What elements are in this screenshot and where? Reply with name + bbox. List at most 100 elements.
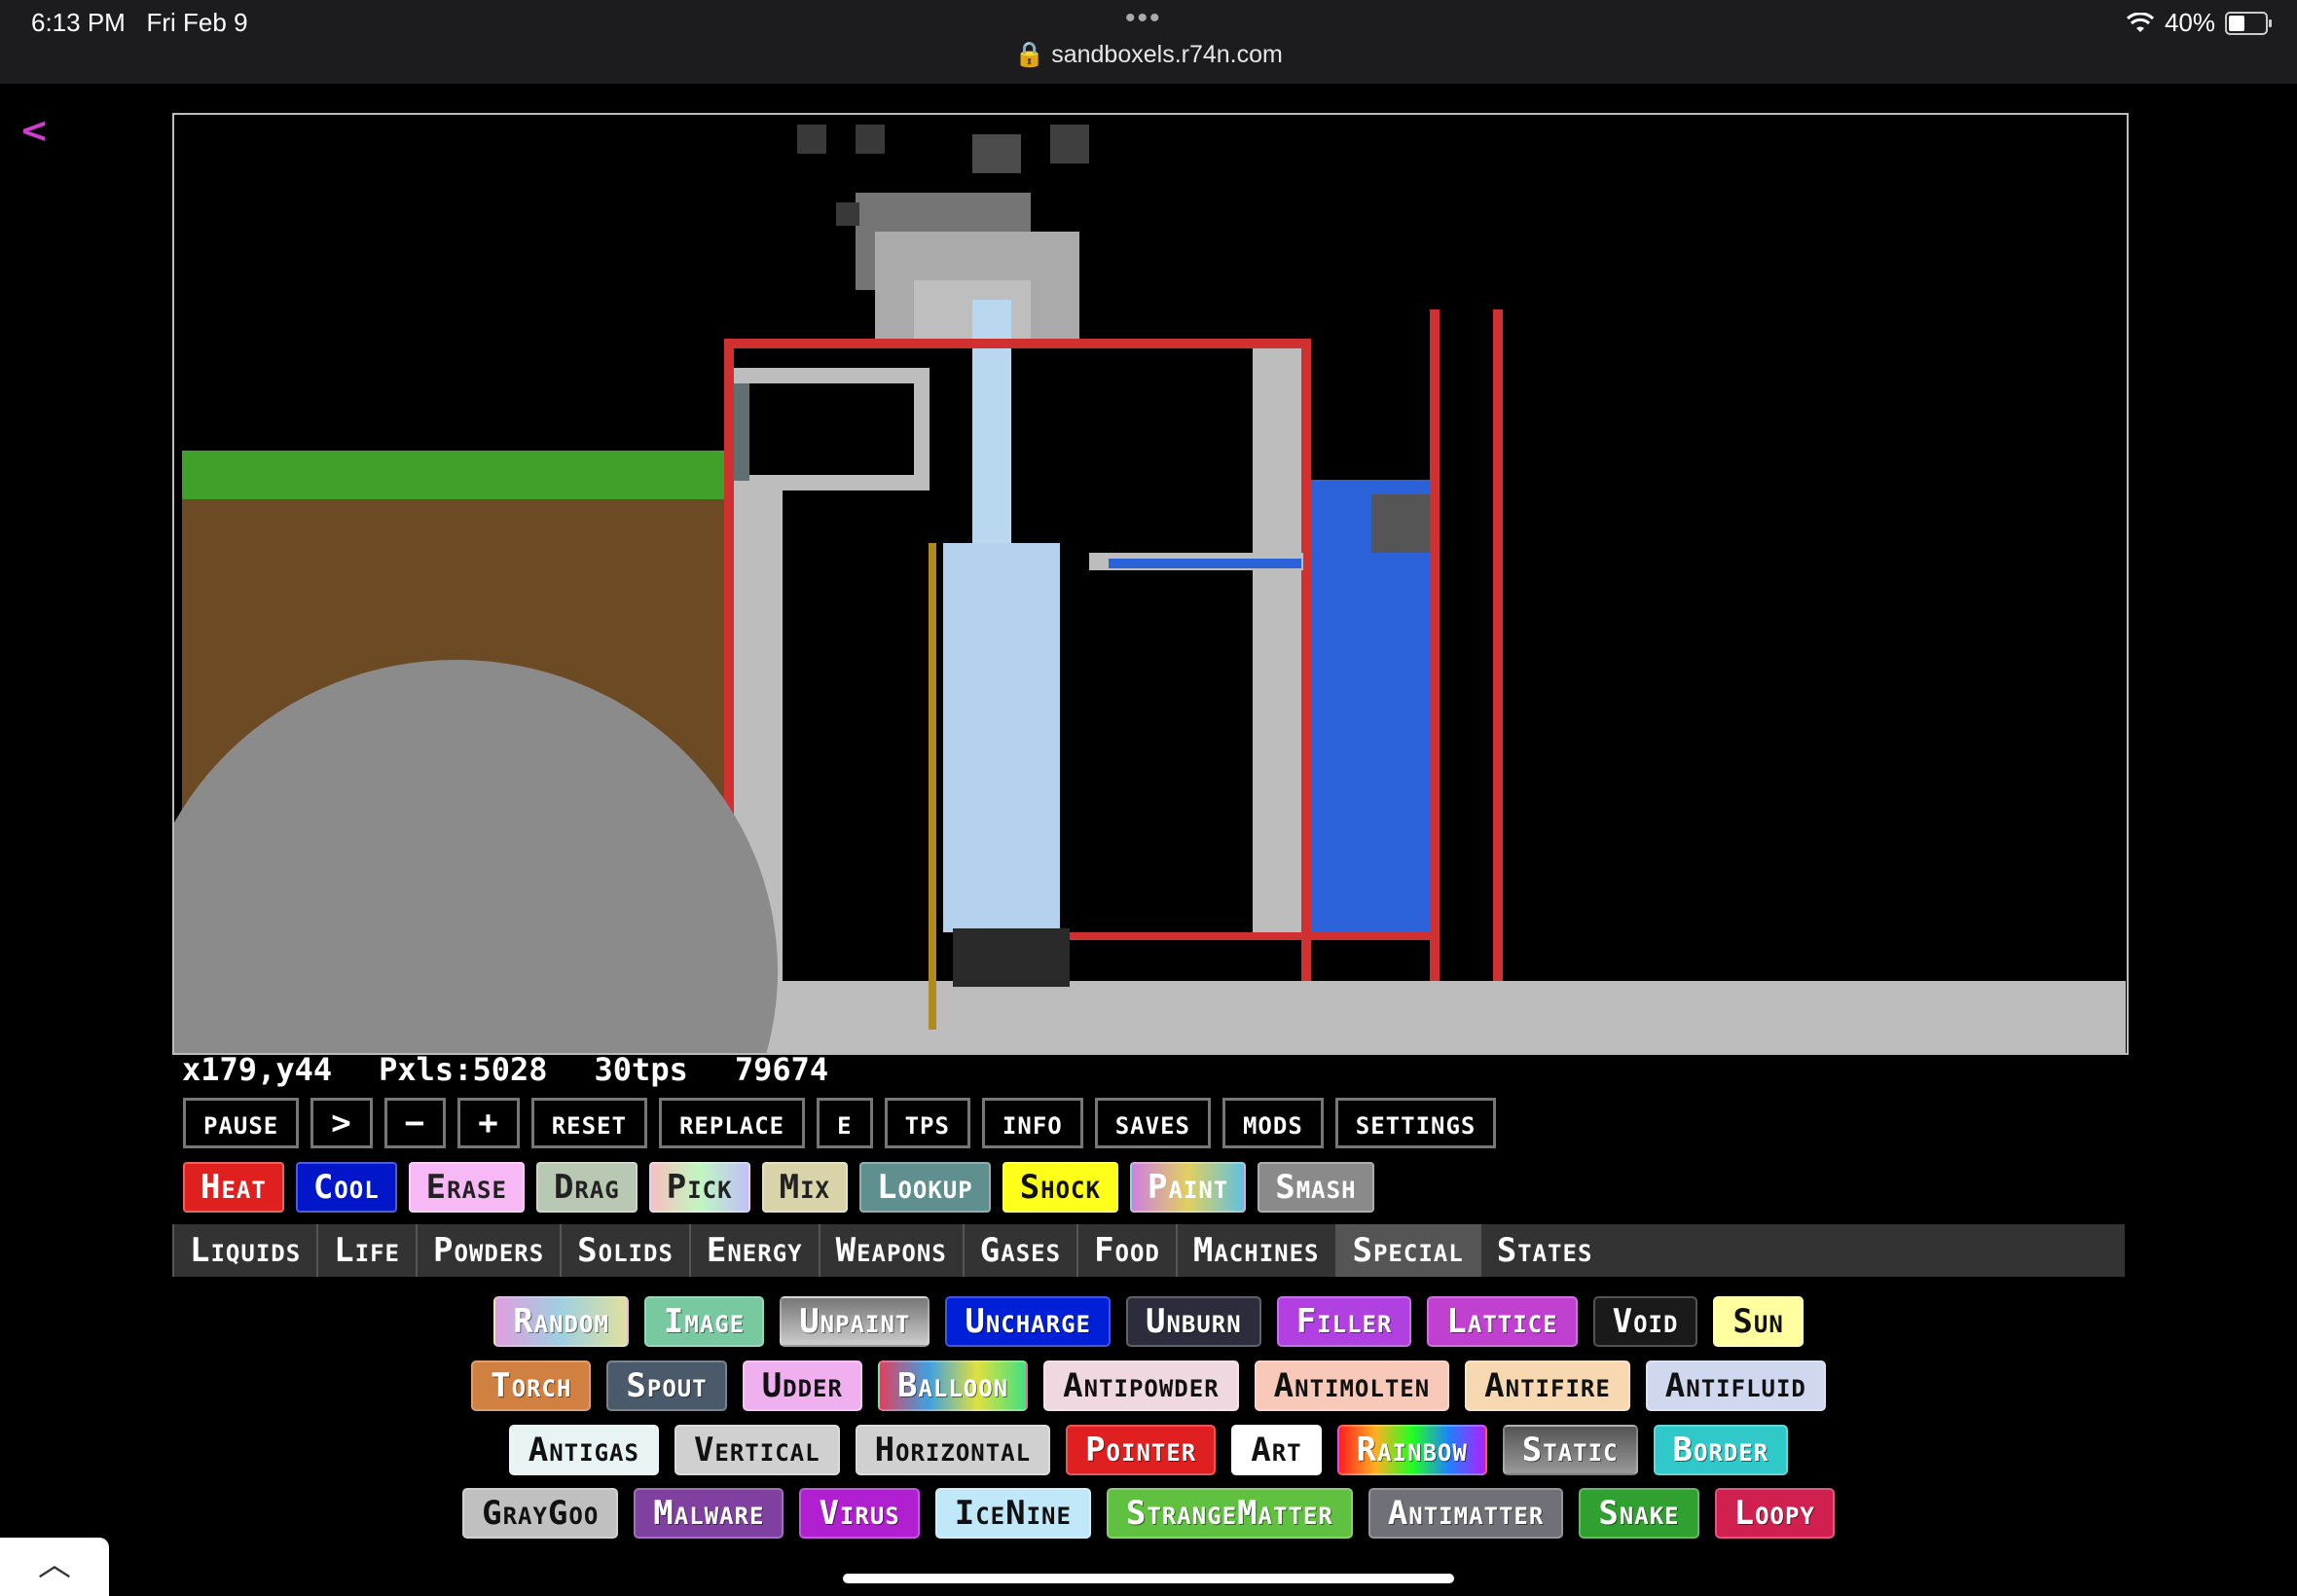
size-decrease-button[interactable]: − [383,1098,447,1148]
tab-special[interactable]: Special [1334,1224,1479,1277]
tool-drag-button[interactable]: Drag [535,1162,638,1213]
element-image-button[interactable]: Image [643,1296,765,1347]
element-antimatter-button[interactable]: Antimatter [1367,1488,1564,1539]
element-horizontal-button[interactable]: Horizontal [855,1425,1051,1475]
home-indicator[interactable] [843,1574,1454,1583]
multitask-dots[interactable]: ••• [1125,2,1162,35]
size-increase-button[interactable]: + [457,1098,520,1148]
element-row: GrayGoo Malware Virus IceNine StrangeMatter A… [0,1488,2297,1539]
clock: 6:13 PM [31,8,126,37]
tool-pick-button[interactable]: Pick [648,1162,750,1213]
element-antigas-button[interactable]: Antigas [508,1425,659,1475]
tool-paint-button[interactable]: Paint [1129,1162,1247,1213]
stats-bar: x179,y44 Pxls:5028 30tps 79674 [182,1051,828,1088]
ice-column [943,543,1060,932]
simulation-scene [174,125,2126,1053]
lock-icon: 🔒 [1014,41,1045,68]
element-antipowder-button[interactable]: Antipowder [1043,1360,1239,1411]
element-static-button[interactable]: Static [1502,1425,1638,1475]
element-sun-button[interactable]: Sun [1713,1296,1804,1347]
mods-button[interactable]: Mods [1221,1098,1324,1148]
tab-food[interactable]: Food [1076,1224,1176,1277]
tab-machines[interactable]: Machines [1175,1224,1335,1277]
element-rainbow-button[interactable]: Rainbow [1336,1425,1487,1475]
category-tabs: Liquids Life Powders Solids Energy Weapons Gas… [172,1224,2125,1277]
e-button[interactable]: E [817,1098,873,1148]
tps-button[interactable]: Tps [884,1098,970,1148]
element-uncharge-button[interactable]: Uncharge [945,1296,1111,1347]
step-button[interactable]: > [310,1098,373,1148]
element-row: Torch Spout Udder Balloon Antipowder Antimolt… [0,1360,2297,1411]
tab-solids[interactable]: Solids [560,1224,689,1277]
element-void-button[interactable]: Void [1592,1296,1698,1347]
element-lattice-button[interactable]: Lattice [1427,1296,1578,1347]
element-strangematter-button[interactable]: StrangeMatter [1106,1488,1353,1539]
url-text: sandboxels.r74n.com [1051,41,1283,68]
element-udder-button[interactable]: Udder [742,1360,862,1411]
tool-cool-button[interactable]: Cool [295,1162,397,1213]
tool-heat-button[interactable]: Heat [183,1162,284,1213]
tool-erase-button[interactable]: Erase [408,1162,525,1213]
element-vertical-button[interactable]: Vertical [674,1425,840,1475]
saves-button[interactable]: Saves [1094,1098,1211,1148]
status-time: 6:13 PM Fri Feb 9 [31,8,248,38]
element-filler-button[interactable]: Filler [1276,1296,1412,1347]
battery-percent: 40% [2164,8,2215,37]
game-canvas[interactable] [172,113,2129,1055]
pixel-count: Pxls:5028 [379,1051,548,1088]
tab-weapons[interactable]: Weapons [818,1224,963,1277]
tab-life[interactable]: Life [316,1224,416,1277]
reset-button[interactable]: Reset [530,1098,647,1148]
tab-gases[interactable]: Gases [962,1224,1076,1277]
tool-lookup-button[interactable]: Lookup [858,1162,991,1213]
element-row: Antigas Vertical Horizontal Pointer Art Rainb… [0,1425,2297,1475]
settings-button[interactable]: Settings [1334,1098,1497,1148]
element-spout-button[interactable]: Spout [606,1360,727,1411]
element-balloon-button[interactable]: Balloon [877,1360,1029,1411]
back-chevron-icon[interactable]: < [19,111,49,151]
tool-mix-button[interactable]: Mix [761,1162,848,1213]
toolbar-toggle[interactable]: ︿ [0,1538,109,1596]
water-channel [1109,559,1301,568]
element-unburn-button[interactable]: Unburn [1125,1296,1261,1347]
element-virus-button[interactable]: Virus [799,1488,920,1539]
date: Fri Feb 9 [146,8,248,37]
element-unpaint-button[interactable]: Unpaint [780,1296,930,1347]
element-torch-button[interactable]: Torch [471,1360,592,1411]
element-border-button[interactable]: Border [1653,1425,1789,1475]
control-buttons: Pause > − + Reset Replace E Tps Info Sav… [183,1098,1497,1148]
address-bar[interactable]: 🔒 sandboxels.r74n.com [0,41,2297,69]
ash-pile [953,928,1070,987]
grass [182,451,724,504]
element-antifire-button[interactable]: Antifire [1465,1360,1630,1411]
element-count: 79674 [734,1051,829,1088]
ios-status-bar: 6:13 PM Fri Feb 9 ••• 🔒 sandboxels.r74n.… [0,0,2297,84]
element-malware-button[interactable]: Malware [634,1488,784,1539]
tool-shock-button[interactable]: Shock [1002,1162,1118,1213]
element-antifluid-button[interactable]: Antifluid [1645,1360,1826,1411]
smoke-cloud [797,125,1089,348]
pause-button[interactable]: Pause [183,1098,300,1148]
element-loopy-button[interactable]: Loopy [1714,1488,1835,1539]
replace-button[interactable]: Replace [658,1098,806,1148]
tool-buttons: Heat Cool Erase Drag Pick Mix Lookup Shock Paint… [183,1162,1374,1213]
element-antimolten-button[interactable]: Antimolten [1254,1360,1450,1411]
battery-icon [2225,11,2272,35]
element-graygoo-button[interactable]: GrayGoo [462,1488,619,1539]
element-row: Random Image Unpaint Uncharge Unburn Filler La… [0,1296,2297,1347]
wifi-icon [2126,12,2154,32]
element-icenine-button[interactable]: IceNine [934,1488,1091,1539]
status-right: 40% [2126,8,2272,38]
element-art-button[interactable]: Art [1231,1425,1322,1475]
tab-liquids[interactable]: Liquids [172,1224,316,1277]
element-snake-button[interactable]: Snake [1579,1488,1699,1539]
tool-smash-button[interactable]: Smash [1258,1162,1374,1213]
info-button[interactable]: Info [981,1098,1083,1148]
element-random-button[interactable]: Random [493,1296,629,1347]
element-pointer-button[interactable]: Pointer [1066,1425,1217,1475]
tab-powders[interactable]: Powders [416,1224,560,1277]
tab-states[interactable]: States [1478,1224,1609,1277]
water-stream [972,300,1011,553]
tps-readout: 30tps [594,1051,688,1088]
tab-energy[interactable]: Energy [688,1224,819,1277]
